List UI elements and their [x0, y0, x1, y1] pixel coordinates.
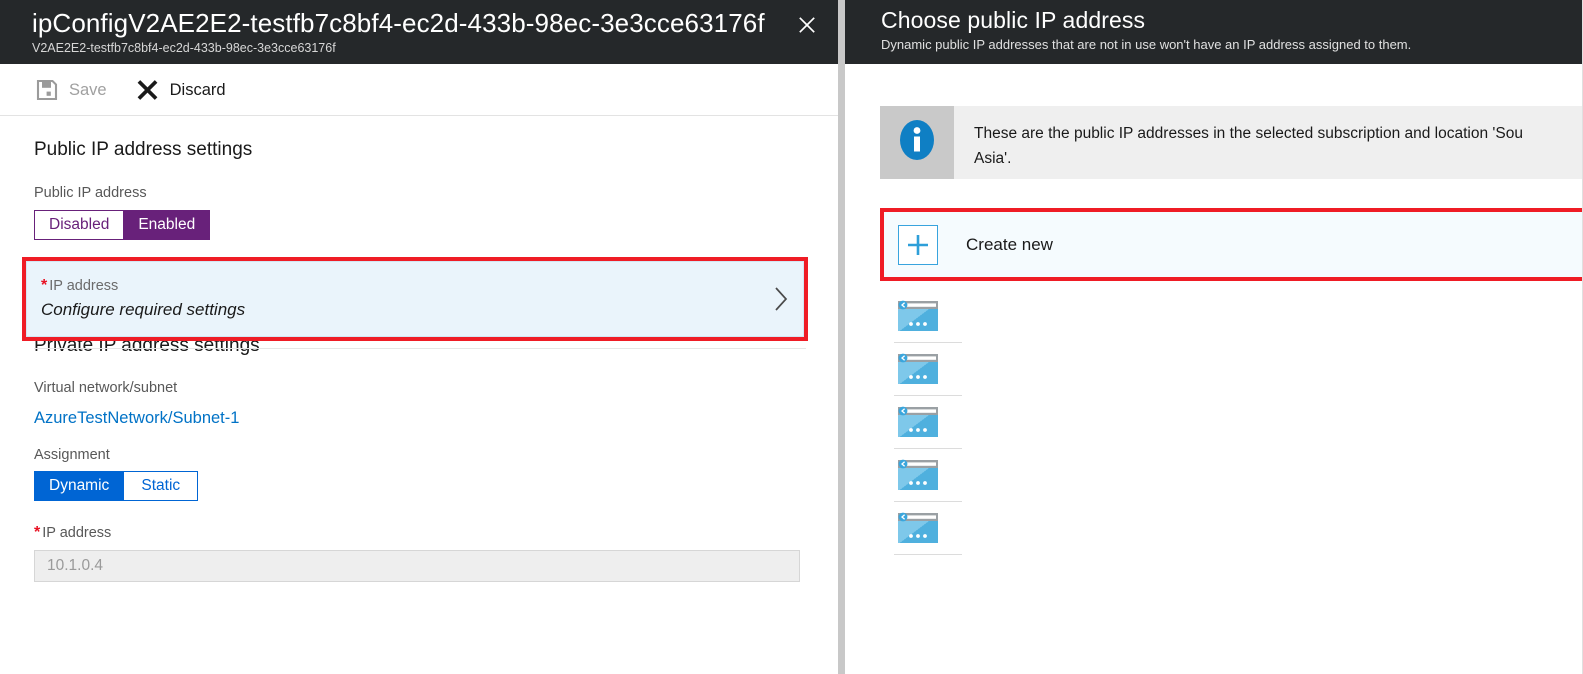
- public-ip-address-icon: [896, 297, 940, 335]
- right-blade-title: Choose public IP address: [881, 7, 1146, 33]
- private-ip-address-label-text: IP address: [42, 525, 112, 541]
- ip-address-selector-texts: * IP address Configure required settings: [41, 276, 245, 322]
- private-ip-address-input[interactable]: 10.1.0.4: [34, 550, 800, 582]
- public-ip-address-icon: [896, 350, 940, 388]
- close-icon[interactable]: [790, 8, 824, 42]
- page-subtitle: V2AE2E2-testfb7c8bf4-ec2d-433b-98ec-3e3c…: [32, 41, 336, 55]
- left-blade-body: Public IP address settings Public IP add…: [0, 138, 838, 582]
- required-asterisk: *: [41, 277, 48, 294]
- list-item[interactable]: [880, 290, 1583, 342]
- azure-portal-screen: ipConfigV2AE2E2-testfb7c8bf4-ec2d-433b-9…: [0, 0, 1583, 674]
- info-banner-line-1: These are the public IP addresses in the…: [974, 125, 1523, 142]
- create-new-label: Create new: [966, 234, 1053, 254]
- ip-address-selector-value: Configure required settings: [41, 300, 246, 319]
- choose-public-ip-address-blade: Choose public IP address Dynamic public …: [845, 0, 1583, 674]
- ip-address-selector-label: * IP address: [41, 276, 245, 296]
- page-title: ipConfigV2AE2E2-testfb7c8bf4-ec2d-433b-9…: [32, 8, 765, 38]
- section-divider: [34, 348, 806, 349]
- required-asterisk: *: [34, 524, 41, 541]
- ip-address-selector[interactable]: * IP address Configure required settings: [26, 261, 804, 337]
- list-item[interactable]: [880, 502, 1583, 554]
- save-button[interactable]: Save: [30, 70, 119, 110]
- discard-button[interactable]: Discard: [131, 70, 238, 110]
- info-banner: These are the public IP addresses in the…: [880, 106, 1583, 179]
- ip-address-selector-label-text: IP address: [49, 278, 119, 294]
- info-banner-text: These are the public IP addresses in the…: [954, 106, 1523, 171]
- command-bar: Save Discard: [0, 64, 838, 116]
- info-banner-line-2: Asia'.: [974, 150, 1012, 167]
- list-item[interactable]: [880, 343, 1583, 395]
- save-button-label: Save: [69, 80, 107, 99]
- virtual-network-subnet-label: Virtual network/subnet: [34, 380, 178, 396]
- blade-divider[interactable]: [838, 0, 845, 674]
- discard-x-icon: [135, 77, 161, 103]
- discard-button-label: Discard: [169, 80, 226, 99]
- private-ip-address-label: * IP address: [34, 523, 838, 543]
- assignment-toggle[interactable]: Dynamic Static: [34, 471, 199, 501]
- save-icon: [34, 77, 60, 103]
- plus-icon: [898, 224, 938, 265]
- chevron-right-icon: [773, 286, 789, 312]
- assignment-toggle-static[interactable]: Static: [124, 471, 199, 501]
- info-icon: [895, 118, 939, 167]
- ip-configuration-blade: ipConfigV2AE2E2-testfb7c8bf4-ec2d-433b-9…: [0, 0, 838, 674]
- public-ip-address-icon: [896, 403, 940, 441]
- assignment-toggle-dynamic[interactable]: Dynamic: [34, 471, 125, 501]
- virtual-network-subnet-link[interactable]: AzureTestNetwork/Subnet-1: [34, 407, 838, 429]
- public-ip-toggle-enabled[interactable]: Enabled: [124, 210, 211, 240]
- public-ip-toggle-disabled[interactable]: Disabled: [34, 210, 125, 240]
- list-item[interactable]: [880, 449, 1583, 501]
- info-icon-container: [880, 106, 954, 179]
- public-ip-settings-heading: Public IP address settings: [34, 139, 253, 160]
- list-item[interactable]: [880, 396, 1583, 448]
- public-ip-toggle[interactable]: Disabled Enabled: [34, 210, 211, 240]
- create-new-button[interactable]: Create new: [884, 212, 1583, 277]
- assignment-label: Assignment: [34, 447, 110, 463]
- left-blade-header: ipConfigV2AE2E2-testfb7c8bf4-ec2d-433b-9…: [0, 0, 838, 64]
- list-divider: [894, 554, 962, 555]
- public-ip-address-label: Public IP address: [34, 185, 147, 201]
- right-blade-header: Choose public IP address Dynamic public …: [845, 0, 1583, 64]
- right-blade-subtitle: Dynamic public IP addresses that are not…: [881, 37, 1412, 52]
- public-ip-address-icon: [896, 456, 940, 494]
- public-ip-address-list: [880, 290, 1583, 555]
- public-ip-address-icon: [896, 509, 940, 547]
